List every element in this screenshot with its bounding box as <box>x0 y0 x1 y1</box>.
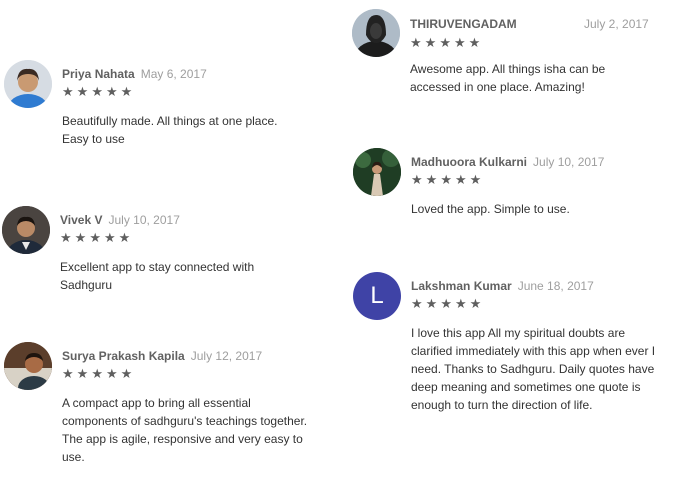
review-text: Loved the app. Simple to use. <box>411 202 570 216</box>
star-icon: ★ <box>76 84 92 99</box>
star-icon: ★ <box>118 230 134 245</box>
user-photo-icon <box>4 342 52 390</box>
review-text: Beautifully made. All things at one plac… <box>62 114 278 146</box>
star-icon: ★ <box>469 172 485 187</box>
review-header: Madhuoora Kulkarni July 10, 2017 <box>411 155 604 169</box>
star-icon: ★ <box>411 296 426 311</box>
star-icon: ★ <box>60 230 75 245</box>
avatar[interactable] <box>4 342 52 390</box>
star-icon: ★ <box>469 296 485 311</box>
star-rating: ★★★★★ <box>411 297 484 311</box>
reviewer-name[interactable]: Vivek V <box>60 213 102 227</box>
star-icon: ★ <box>425 172 441 187</box>
star-icon: ★ <box>454 172 470 187</box>
star-icon: ★ <box>62 84 77 99</box>
reviewer-name[interactable]: Madhuoora Kulkarni <box>411 155 527 169</box>
star-icon: ★ <box>411 172 426 187</box>
review-date: June 18, 2017 <box>517 279 594 293</box>
star-icon: ★ <box>410 35 425 50</box>
review-header: Priya Nahata May 6, 2017 <box>62 67 207 81</box>
review-card: L Lakshman Kumar June 18, 2017 ★★★★★ I lo… <box>353 272 663 422</box>
review-header: Vivek V July 10, 2017 <box>60 213 180 227</box>
reviewer-name[interactable]: Lakshman Kumar <box>411 279 512 293</box>
star-icon: ★ <box>120 84 136 99</box>
star-icon: ★ <box>89 230 104 245</box>
review-text: A compact app to bring all essential com… <box>62 396 308 464</box>
review-text: Excellent app to stay connected with Sad… <box>60 260 255 292</box>
review-text: I love this app All my spiritual doubts … <box>411 326 656 412</box>
reviewer-name[interactable]: Priya Nahata <box>62 67 135 81</box>
review-date: July 12, 2017 <box>190 349 263 363</box>
star-icon: ★ <box>468 35 484 50</box>
avatar[interactable] <box>352 9 400 57</box>
star-icon: ★ <box>425 296 441 311</box>
reviewer-name[interactable]: THIRUVENGADAM <box>410 17 517 31</box>
avatar[interactable]: L <box>353 272 401 320</box>
review-header: Lakshman Kumar June 18, 2017 <box>411 279 594 293</box>
avatar[interactable] <box>4 60 52 108</box>
review-date: July 10, 2017 <box>108 213 180 227</box>
star-icon: ★ <box>76 366 92 381</box>
star-icon: ★ <box>105 84 121 99</box>
avatar[interactable] <box>2 206 50 254</box>
user-photo-icon <box>352 9 400 57</box>
star-icon: ★ <box>439 35 454 50</box>
review-card: Vivek V July 10, 2017 ★★★★★ Excellent app… <box>2 206 302 296</box>
avatar-letter: L <box>370 282 384 309</box>
reviewer-name[interactable]: Surya Prakash Kapila <box>62 349 185 363</box>
star-rating: ★★★★★ <box>62 367 135 381</box>
star-icon: ★ <box>62 366 77 381</box>
star-icon: ★ <box>74 230 90 245</box>
review-text: Awesome app. All things isha can be acce… <box>410 62 606 94</box>
user-photo-icon <box>4 60 52 108</box>
star-icon: ★ <box>91 84 106 99</box>
review-card: Madhuoora Kulkarni July 10, 2017 ★★★★★ Lo… <box>353 148 653 228</box>
star-icon: ★ <box>105 366 121 381</box>
star-icon: ★ <box>103 230 119 245</box>
review-card: Priya Nahata May 6, 2017 ★★★★★ Beautifull… <box>4 60 304 160</box>
star-icon: ★ <box>440 296 455 311</box>
review-date: July 2, 2017 <box>584 17 649 31</box>
star-icon: ★ <box>120 366 136 381</box>
user-photo-icon <box>2 206 50 254</box>
star-icon: ★ <box>424 35 440 50</box>
user-photo-icon <box>353 148 401 196</box>
star-icon: ★ <box>440 172 455 187</box>
review-card: Surya Prakash Kapila July 12, 2017 ★★★★★ … <box>4 342 309 472</box>
review-header: Surya Prakash Kapila July 12, 2017 <box>62 349 262 363</box>
star-icon: ★ <box>91 366 106 381</box>
star-icon: ★ <box>453 35 469 50</box>
review-card: THIRUVENGADAM July 2, 2017 ★★★★★ Awesome… <box>352 9 652 99</box>
star-icon: ★ <box>454 296 470 311</box>
star-rating: ★★★★★ <box>411 173 484 187</box>
avatar[interactable] <box>353 148 401 196</box>
review-date: May 6, 2017 <box>140 67 207 81</box>
star-rating: ★★★★★ <box>62 85 135 99</box>
star-rating: ★★★★★ <box>410 36 483 50</box>
review-date: July 10, 2017 <box>533 155 605 169</box>
star-rating: ★★★★★ <box>60 231 133 245</box>
review-header: THIRUVENGADAM <box>410 17 517 31</box>
